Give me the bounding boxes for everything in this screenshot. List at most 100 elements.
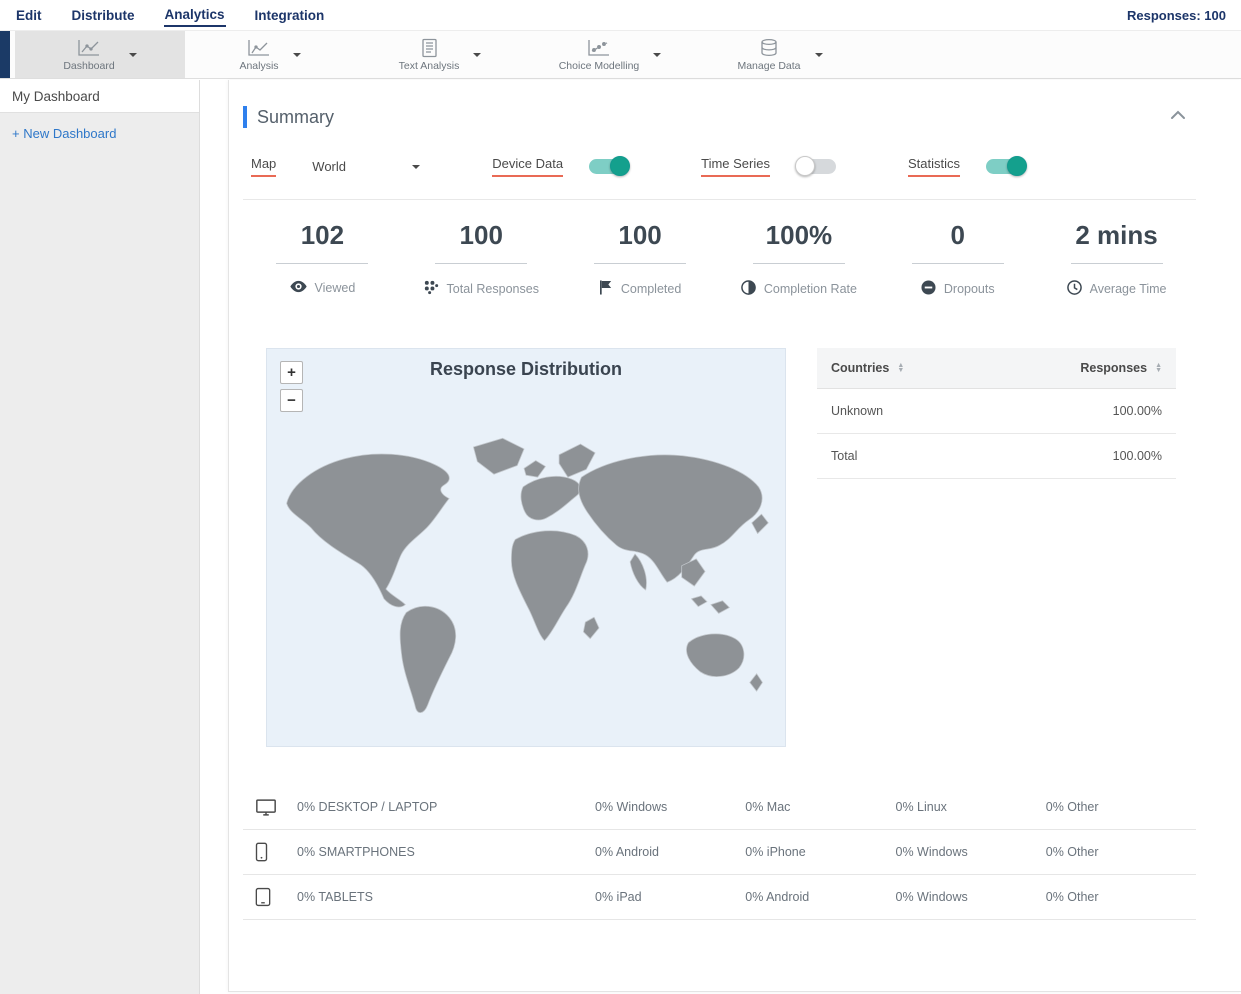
device-data-control-group: Device Data: [492, 156, 631, 177]
stat-label: Completion Rate: [763, 282, 857, 296]
responses-dots-icon: [424, 280, 439, 298]
toolbar-item-label: Analysis: [239, 59, 279, 72]
country-responses: 100.00%: [1112, 449, 1162, 463]
country-name: Total: [831, 449, 858, 463]
device-row-tablets: 0% TABLETS 0% iPad 0% Android 0% Windows…: [243, 875, 1196, 920]
stat-label: Viewed: [314, 281, 356, 295]
toggle-knob: [1007, 156, 1027, 176]
toolbar-item-text-analysis[interactable]: Text Analysis: [355, 31, 525, 78]
countries-column-header[interactable]: Countries ▲ ▼: [831, 361, 904, 375]
stat-value: 100%: [765, 220, 833, 250]
eye-icon: [289, 280, 307, 296]
statistics-toggle[interactable]: [986, 156, 1027, 176]
analysis-chart-icon: [246, 38, 272, 58]
device-data-section: 0% DESKTOP / LAPTOP 0% Windows 0% Mac 0%…: [243, 785, 1196, 920]
response-distribution-map[interactable]: Response Distribution + −: [266, 348, 786, 747]
device-category-label: 0% TABLETS: [297, 890, 373, 904]
device-stat: 0% Mac: [745, 800, 791, 814]
clock-icon: [1066, 280, 1082, 298]
device-data-toggle[interactable]: [589, 156, 631, 176]
stat-completed: 100 Completed: [561, 220, 720, 300]
dashboard-sidebar: My Dashboard + New Dashboard: [0, 80, 200, 994]
device-category-label: 0% SMARTPHONES: [297, 845, 415, 859]
chevron-down-icon[interactable]: [473, 52, 482, 61]
device-category-label: 0% DESKTOP / LAPTOP: [297, 800, 438, 814]
sort-icon[interactable]: ▲ ▼: [1155, 362, 1162, 374]
chevron-down-icon[interactable]: [292, 52, 301, 61]
time-series-control-group: Time Series: [701, 156, 836, 177]
new-dashboard-button[interactable]: + New Dashboard: [12, 126, 187, 141]
toolbar-accent-strip: [0, 31, 10, 78]
toolbar-item-label: Manage Data: [737, 59, 801, 72]
stat-underline: [435, 263, 528, 264]
zoom-in-button[interactable]: +: [280, 361, 303, 384]
summary-title: Summary: [257, 106, 335, 127]
text-analysis-icon: [418, 38, 440, 58]
nav-item-analytics[interactable]: Analytics: [163, 3, 226, 27]
toggle-knob: [610, 156, 631, 176]
device-stat: 0% iPhone: [745, 845, 806, 859]
stat-value: 2 mins: [1075, 220, 1158, 250]
device-stat: 0% Windows: [895, 845, 968, 859]
responses-count: Responses: 100: [1127, 7, 1226, 23]
stat-label: Dropouts: [943, 282, 995, 296]
stat-label: Average Time: [1089, 282, 1167, 296]
summary-controls: Map World Device Data Time Series Statis…: [251, 156, 1196, 177]
countries-table: Countries ▲ ▼ Responses ▲ ▼ Unknown 100.00…: [817, 348, 1176, 479]
stat-viewed: 102 Viewed: [243, 220, 402, 300]
collapse-chevron-icon[interactable]: [1168, 108, 1188, 127]
flag-icon: [599, 280, 613, 298]
stat-underline: [276, 263, 369, 264]
map-label: Map: [251, 156, 277, 177]
nav-item-integration[interactable]: Integration: [254, 4, 326, 26]
half-circle-icon: [741, 280, 756, 298]
smartphone-icon: [255, 842, 297, 862]
responses-column-header[interactable]: Responses ▲ ▼: [1080, 361, 1162, 375]
analytics-toolbar: Dashboard Analysis Text Analysis Choice …: [0, 30, 1241, 79]
chevron-down-icon[interactable]: [128, 52, 137, 61]
zoom-out-button[interactable]: −: [280, 389, 303, 412]
database-icon: [758, 38, 780, 58]
map-title: Response Distribution: [429, 359, 622, 379]
stat-label: Completed: [620, 282, 682, 296]
chevron-down-icon: [412, 164, 421, 173]
nav-item-edit[interactable]: Edit: [15, 4, 43, 26]
section-divider: [243, 199, 1196, 200]
table-row: Total 100.00%: [817, 434, 1176, 479]
stat-underline: [752, 263, 845, 264]
device-stat: 0% Windows: [595, 800, 668, 814]
stat-underline: [1070, 263, 1163, 264]
choice-modelling-icon: [586, 38, 612, 58]
device-row-smartphones: 0% SMARTPHONES 0% Android 0% iPhone 0% W…: [243, 830, 1196, 875]
minus-circle-icon: [921, 280, 936, 298]
toolbar-item-label: Choice Modelling: [558, 59, 640, 72]
chevron-down-icon[interactable]: [814, 52, 823, 61]
summary-header: Summary: [243, 106, 1196, 128]
tablet-icon: [255, 887, 297, 907]
countries-table-header: Countries ▲ ▼ Responses ▲ ▼: [817, 348, 1176, 389]
device-stat: 0% Other: [1045, 800, 1099, 814]
toggle-knob: [794, 156, 815, 176]
stat-value: 100: [459, 220, 503, 250]
chevron-down-icon[interactable]: [653, 52, 662, 61]
device-stat: 0% iPad: [595, 890, 642, 904]
toolbar-item-label: Dashboard: [63, 59, 115, 72]
toolbar-item-manage-data[interactable]: Manage Data: [695, 31, 865, 78]
dashboard-chart-icon: [76, 38, 102, 58]
stat-underline: [594, 263, 687, 264]
world-map-canvas[interactable]: [273, 411, 779, 734]
map-section: Response Distribution + − Countries ▲ ▼ …: [243, 348, 1196, 747]
map-region-select[interactable]: World: [312, 159, 421, 174]
sidebar-item-my-dashboard[interactable]: My Dashboard: [0, 80, 199, 113]
toolbar-item-dashboard[interactable]: Dashboard: [15, 31, 185, 78]
toolbar-item-analysis[interactable]: Analysis: [185, 31, 355, 78]
country-name: Unknown: [831, 404, 884, 418]
stat-label: Total Responses: [446, 282, 539, 296]
sort-icon[interactable]: ▲ ▼: [897, 362, 904, 374]
device-row-desktop: 0% DESKTOP / LAPTOP 0% Windows 0% Mac 0%…: [243, 785, 1196, 830]
stat-value: 0: [950, 220, 965, 250]
time-series-toggle[interactable]: [794, 156, 836, 176]
toolbar-item-choice-modelling[interactable]: Choice Modelling: [525, 31, 695, 78]
summary-accent-bar: [243, 106, 247, 128]
nav-item-distribute[interactable]: Distribute: [71, 4, 136, 26]
